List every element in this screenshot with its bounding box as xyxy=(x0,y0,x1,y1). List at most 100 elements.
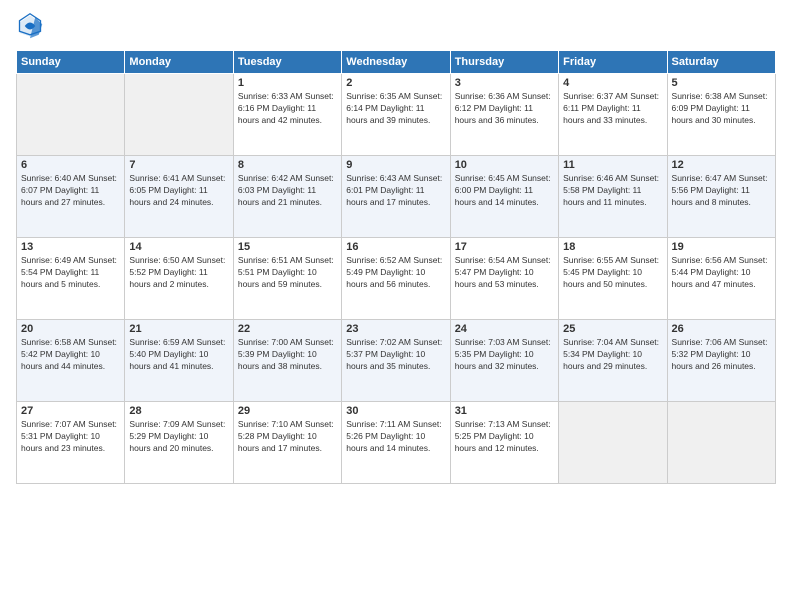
day-header-saturday: Saturday xyxy=(667,51,775,74)
day-number: 19 xyxy=(672,241,771,253)
day-info: Sunrise: 6:35 AM Sunset: 6:14 PM Dayligh… xyxy=(346,91,445,127)
day-number: 29 xyxy=(238,405,337,417)
calendar-week-2: 6Sunrise: 6:40 AM Sunset: 6:07 PM Daylig… xyxy=(17,156,776,238)
calendar-cell: 24 Sunrise: 7:03 AM Sunset: 5:35 PM Dayli… xyxy=(450,320,558,402)
calendar-cell: 11 Sunrise: 6:46 AM Sunset: 5:58 PM Dayli… xyxy=(559,156,667,238)
day-info: Sunrise: 6:37 AM Sunset: 6:11 PM Dayligh… xyxy=(563,91,662,127)
day-info: Sunrise: 6:43 AM Sunset: 6:01 PM Dayligh… xyxy=(346,173,445,209)
calendar-cell: 28 Sunrise: 7:09 AM Sunset: 5:29 PM Dayli… xyxy=(125,402,233,484)
day-info: Sunrise: 7:11 AM Sunset: 5:26 PM Dayligh… xyxy=(346,419,445,455)
calendar-cell: 12 Sunrise: 6:47 AM Sunset: 5:56 PM Dayli… xyxy=(667,156,775,238)
day-header-wednesday: Wednesday xyxy=(342,51,450,74)
day-info: Sunrise: 6:36 AM Sunset: 6:12 PM Dayligh… xyxy=(455,91,554,127)
day-info: Sunrise: 6:58 AM Sunset: 5:42 PM Dayligh… xyxy=(21,337,120,373)
day-header-monday: Monday xyxy=(125,51,233,74)
calendar-cell: 22 Sunrise: 7:00 AM Sunset: 5:39 PM Dayli… xyxy=(233,320,341,402)
day-info: Sunrise: 7:04 AM Sunset: 5:34 PM Dayligh… xyxy=(563,337,662,373)
day-number: 2 xyxy=(346,77,445,89)
day-info: Sunrise: 7:09 AM Sunset: 5:29 PM Dayligh… xyxy=(129,419,228,455)
day-number: 20 xyxy=(21,323,120,335)
calendar-cell: 16 Sunrise: 6:52 AM Sunset: 5:49 PM Dayli… xyxy=(342,238,450,320)
calendar-cell: 13Sunrise: 6:49 AM Sunset: 5:54 PM Dayli… xyxy=(17,238,125,320)
day-number: 31 xyxy=(455,405,554,417)
day-info: Sunrise: 6:55 AM Sunset: 5:45 PM Dayligh… xyxy=(563,255,662,291)
logo-icon xyxy=(16,12,44,40)
day-number: 28 xyxy=(129,405,228,417)
day-number: 11 xyxy=(563,159,662,171)
calendar-week-3: 13Sunrise: 6:49 AM Sunset: 5:54 PM Dayli… xyxy=(17,238,776,320)
day-number: 4 xyxy=(563,77,662,89)
calendar-cell: 8 Sunrise: 6:42 AM Sunset: 6:03 PM Daylig… xyxy=(233,156,341,238)
calendar-cell: 9 Sunrise: 6:43 AM Sunset: 6:01 PM Daylig… xyxy=(342,156,450,238)
day-header-tuesday: Tuesday xyxy=(233,51,341,74)
day-number: 26 xyxy=(672,323,771,335)
page: SundayMondayTuesdayWednesdayThursdayFrid… xyxy=(0,0,792,612)
day-info: Sunrise: 6:50 AM Sunset: 5:52 PM Dayligh… xyxy=(129,255,228,291)
day-info: Sunrise: 7:07 AM Sunset: 5:31 PM Dayligh… xyxy=(21,419,120,455)
calendar-cell xyxy=(125,74,233,156)
day-info: Sunrise: 6:40 AM Sunset: 6:07 PM Dayligh… xyxy=(21,173,120,209)
day-info: Sunrise: 6:56 AM Sunset: 5:44 PM Dayligh… xyxy=(672,255,771,291)
day-info: Sunrise: 7:03 AM Sunset: 5:35 PM Dayligh… xyxy=(455,337,554,373)
logo xyxy=(16,12,48,40)
calendar-cell: 1 Sunrise: 6:33 AM Sunset: 6:16 PM Daylig… xyxy=(233,74,341,156)
calendar-cell: 2 Sunrise: 6:35 AM Sunset: 6:14 PM Daylig… xyxy=(342,74,450,156)
calendar-cell: 26 Sunrise: 7:06 AM Sunset: 5:32 PM Dayli… xyxy=(667,320,775,402)
calendar-cell: 17 Sunrise: 6:54 AM Sunset: 5:47 PM Dayli… xyxy=(450,238,558,320)
day-info: Sunrise: 6:45 AM Sunset: 6:00 PM Dayligh… xyxy=(455,173,554,209)
day-number: 5 xyxy=(672,77,771,89)
calendar-cell: 14 Sunrise: 6:50 AM Sunset: 5:52 PM Dayli… xyxy=(125,238,233,320)
calendar-cell: 6Sunrise: 6:40 AM Sunset: 6:07 PM Daylig… xyxy=(17,156,125,238)
day-number: 30 xyxy=(346,405,445,417)
day-number: 14 xyxy=(129,241,228,253)
calendar-cell: 20 Sunrise: 6:58 AM Sunset: 5:42 PM Dayli… xyxy=(17,320,125,402)
day-number: 27 xyxy=(21,405,120,417)
calendar-week-4: 20 Sunrise: 6:58 AM Sunset: 5:42 PM Dayli… xyxy=(17,320,776,402)
day-header-sunday: Sunday xyxy=(17,51,125,74)
day-number: 25 xyxy=(563,323,662,335)
day-number: 18 xyxy=(563,241,662,253)
calendar-cell: 29Sunrise: 7:10 AM Sunset: 5:28 PM Dayli… xyxy=(233,402,341,484)
day-number: 3 xyxy=(455,77,554,89)
day-number: 9 xyxy=(346,159,445,171)
calendar-cell: 30 Sunrise: 7:11 AM Sunset: 5:26 PM Dayli… xyxy=(342,402,450,484)
day-info: Sunrise: 7:02 AM Sunset: 5:37 PM Dayligh… xyxy=(346,337,445,373)
day-info: Sunrise: 6:52 AM Sunset: 5:49 PM Dayligh… xyxy=(346,255,445,291)
calendar-cell: 18 Sunrise: 6:55 AM Sunset: 5:45 PM Dayli… xyxy=(559,238,667,320)
calendar-cell: 4 Sunrise: 6:37 AM Sunset: 6:11 PM Daylig… xyxy=(559,74,667,156)
day-info: Sunrise: 6:46 AM Sunset: 5:58 PM Dayligh… xyxy=(563,173,662,209)
day-info: Sunrise: 6:47 AM Sunset: 5:56 PM Dayligh… xyxy=(672,173,771,209)
day-number: 16 xyxy=(346,241,445,253)
calendar-table: SundayMondayTuesdayWednesdayThursdayFrid… xyxy=(16,50,776,484)
calendar-cell: 31Sunrise: 7:13 AM Sunset: 5:25 PM Dayli… xyxy=(450,402,558,484)
calendar-cell: 23 Sunrise: 7:02 AM Sunset: 5:37 PM Dayli… xyxy=(342,320,450,402)
day-number: 10 xyxy=(455,159,554,171)
day-number: 22 xyxy=(238,323,337,335)
calendar-cell: 15Sunrise: 6:51 AM Sunset: 5:51 PM Dayli… xyxy=(233,238,341,320)
day-info: Sunrise: 6:38 AM Sunset: 6:09 PM Dayligh… xyxy=(672,91,771,127)
day-info: Sunrise: 6:42 AM Sunset: 6:03 PM Dayligh… xyxy=(238,173,337,209)
day-number: 17 xyxy=(455,241,554,253)
calendar-cell: 27 Sunrise: 7:07 AM Sunset: 5:31 PM Dayli… xyxy=(17,402,125,484)
calendar-cell: 25 Sunrise: 7:04 AM Sunset: 5:34 PM Dayli… xyxy=(559,320,667,402)
calendar-week-1: 1 Sunrise: 6:33 AM Sunset: 6:16 PM Daylig… xyxy=(17,74,776,156)
calendar-header-row: SundayMondayTuesdayWednesdayThursdayFrid… xyxy=(17,51,776,74)
day-info: Sunrise: 6:54 AM Sunset: 5:47 PM Dayligh… xyxy=(455,255,554,291)
day-number: 15 xyxy=(238,241,337,253)
calendar-cell: 7Sunrise: 6:41 AM Sunset: 6:05 PM Daylig… xyxy=(125,156,233,238)
calendar-cell: 21Sunrise: 6:59 AM Sunset: 5:40 PM Dayli… xyxy=(125,320,233,402)
calendar-week-5: 27 Sunrise: 7:07 AM Sunset: 5:31 PM Dayli… xyxy=(17,402,776,484)
day-number: 24 xyxy=(455,323,554,335)
day-info: Sunrise: 6:33 AM Sunset: 6:16 PM Dayligh… xyxy=(238,91,337,127)
calendar-cell xyxy=(17,74,125,156)
day-info: Sunrise: 6:41 AM Sunset: 6:05 PM Dayligh… xyxy=(129,173,228,209)
day-info: Sunrise: 7:00 AM Sunset: 5:39 PM Dayligh… xyxy=(238,337,337,373)
day-number: 1 xyxy=(238,77,337,89)
calendar-cell xyxy=(667,402,775,484)
day-number: 21 xyxy=(129,323,228,335)
day-info: Sunrise: 7:06 AM Sunset: 5:32 PM Dayligh… xyxy=(672,337,771,373)
day-number: 12 xyxy=(672,159,771,171)
day-number: 23 xyxy=(346,323,445,335)
day-number: 8 xyxy=(238,159,337,171)
day-number: 13 xyxy=(21,241,120,253)
